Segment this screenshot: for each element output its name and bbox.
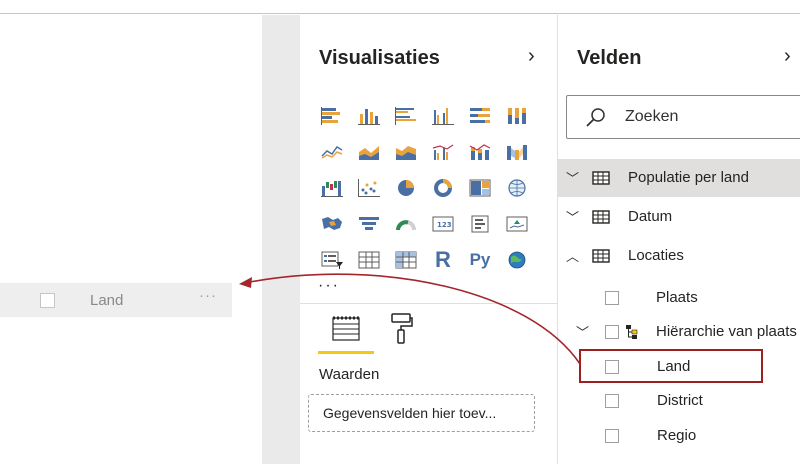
gauge-icon[interactable]: [389, 210, 423, 238]
clustered-bar-chart-icon[interactable]: [389, 102, 423, 130]
filled-map-icon[interactable]: [315, 210, 349, 238]
treemap-icon[interactable]: [463, 174, 497, 202]
table-label: Locaties: [628, 247, 684, 264]
field-regio[interactable]: Regio: [558, 419, 800, 453]
waterfall-chart-icon[interactable]: [315, 174, 349, 202]
table-datum[interactable]: ﹀ Datum: [558, 198, 800, 236]
fields-tab-active-indicator: [318, 351, 374, 354]
ribbon-chart-icon[interactable]: [500, 138, 534, 166]
map-icon[interactable]: [500, 174, 534, 202]
visualizations-title: Visualisaties: [319, 47, 440, 69]
scatter-chart-icon[interactable]: [352, 174, 386, 202]
more-visuals-icon[interactable]: ···: [318, 277, 340, 295]
svg-text:123: 123: [437, 221, 452, 229]
stacked-area-chart-icon[interactable]: [389, 138, 423, 166]
collapse-fields-chevron-icon[interactable]: ›: [784, 45, 791, 68]
dropped-field-checkbox[interactable]: [40, 293, 55, 308]
field-label: District: [657, 392, 703, 409]
visualizations-pane: Visualisaties › 123 R Py ··· Waarden Geg…: [300, 15, 558, 464]
land-highlight-box: [579, 349, 763, 383]
fields-search-input[interactable]: Zoeken: [566, 95, 800, 139]
python-visual-icon[interactable]: Py: [463, 246, 497, 274]
chevron-down-icon[interactable]: ﹀: [566, 207, 579, 226]
line-chart-icon[interactable]: [315, 138, 349, 166]
area-chart-icon[interactable]: [352, 138, 386, 166]
table-icon: [592, 210, 610, 229]
search-icon: [583, 107, 609, 134]
table-locaties[interactable]: ︿ Locaties: [558, 237, 800, 275]
card-icon[interactable]: 123: [426, 210, 460, 238]
values-drop-well[interactable]: Gegevensvelden hier toev...: [308, 394, 535, 432]
field-hierarchie-van-plaats[interactable]: ﹀ Hiërarchie van plaats: [558, 315, 800, 349]
field-label: Plaats: [656, 289, 698, 306]
report-canvas[interactable]: [0, 15, 262, 464]
table-icon: [592, 249, 610, 268]
arcgis-map-icon[interactable]: [500, 246, 534, 274]
donut-chart-icon[interactable]: [426, 174, 460, 202]
100-stacked-column-chart-icon[interactable]: [500, 102, 534, 130]
slicer-icon[interactable]: [315, 246, 349, 274]
table-icon: [592, 171, 610, 190]
table-populatie-per-land[interactable]: ﹀ Populatie per land: [558, 159, 800, 197]
fields-pane: Velden › Zoeken ﹀ Populatie per land ﹀ D…: [558, 15, 800, 464]
table-label: Datum: [628, 208, 673, 225]
hierarchy-icon: [625, 324, 639, 345]
field-checkbox[interactable]: [605, 325, 619, 339]
search-placeholder: Zoeken: [625, 108, 679, 125]
r-visual-label: R: [435, 247, 451, 272]
100-stacked-bar-chart-icon[interactable]: [463, 102, 497, 130]
canvas-gutter: [262, 15, 300, 464]
funnel-icon[interactable]: [352, 210, 386, 238]
pie-chart-icon[interactable]: [389, 174, 423, 202]
collapse-visualizations-chevron-icon[interactable]: ›: [528, 45, 535, 68]
fields-tab-icon[interactable]: [331, 315, 361, 348]
dropped-field-label: Land: [90, 292, 124, 309]
matrix-icon[interactable]: [389, 246, 423, 274]
kpi-icon[interactable]: [500, 210, 534, 238]
table-icon[interactable]: [352, 246, 386, 274]
r-visual-icon[interactable]: R: [426, 246, 460, 274]
more-options-icon[interactable]: ···: [199, 287, 217, 304]
stacked-bar-chart-icon[interactable]: [315, 102, 349, 130]
visualizations-divider: [300, 303, 557, 304]
chevron-down-icon[interactable]: ﹀: [566, 168, 579, 187]
field-plaats[interactable]: Plaats: [558, 281, 800, 315]
format-paint-roller-icon[interactable]: [388, 311, 414, 350]
field-checkbox[interactable]: [605, 394, 619, 408]
line-clustered-column-chart-icon[interactable]: [426, 138, 460, 166]
top-border: [0, 0, 800, 14]
clustered-column-chart-icon[interactable]: [426, 102, 460, 130]
line-stacked-column-chart-icon[interactable]: [463, 138, 497, 166]
fields-title: Velden: [577, 47, 642, 69]
field-checkbox[interactable]: [605, 291, 619, 305]
chevron-down-icon[interactable]: ﹀: [576, 322, 589, 341]
stacked-column-chart-icon[interactable]: [352, 102, 386, 130]
table-label: Populatie per land: [628, 169, 749, 186]
values-well-label: Waarden: [319, 366, 380, 383]
dropped-field-row[interactable]: Land ···: [0, 283, 232, 317]
field-checkbox[interactable]: [605, 429, 619, 443]
multi-row-card-icon[interactable]: [463, 210, 497, 238]
chevron-up-icon[interactable]: ︿: [566, 246, 579, 265]
field-label: Hiërarchie van plaats: [656, 323, 797, 340]
field-label: Regio: [657, 427, 697, 444]
field-district[interactable]: District: [558, 384, 800, 418]
python-visual-label: Py: [469, 250, 491, 269]
visual-gallery: 123 R Py: [315, 98, 540, 278]
